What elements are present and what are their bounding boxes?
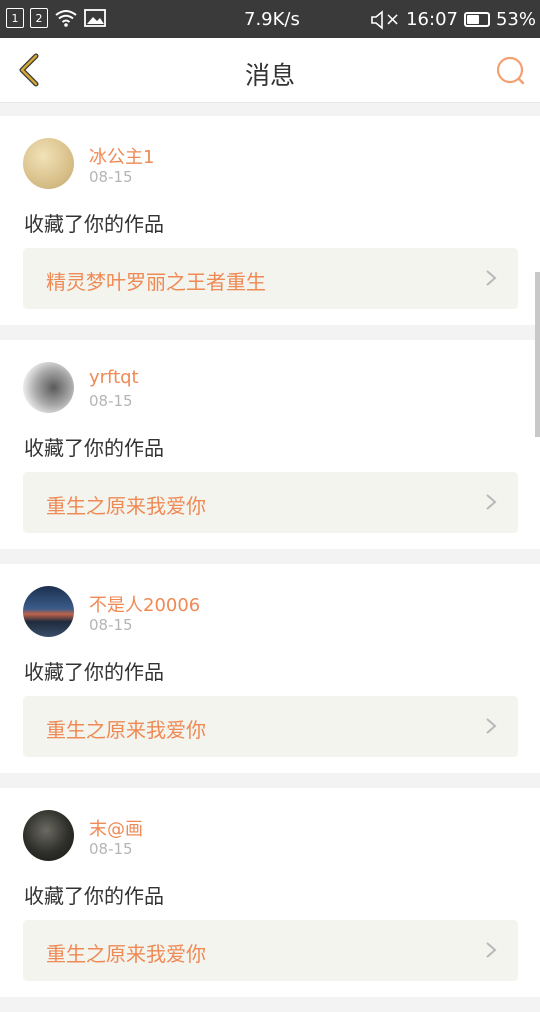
message-username[interactable]: yrftqt bbox=[89, 367, 139, 388]
message-action-text: 收藏了你的作品 bbox=[24, 660, 164, 684]
message-action-text: 收藏了你的作品 bbox=[24, 436, 164, 460]
battery-percent: 53% bbox=[495, 9, 536, 30]
status-bar: 1 2 7.9K/s × 16:07 53% bbox=[0, 0, 540, 38]
battery-icon bbox=[463, 12, 490, 27]
message-card: 末@画 08-15 收藏了你的作品 重生之原来我爱你 bbox=[0, 788, 540, 997]
work-link[interactable]: 重生之原来我爱你 bbox=[23, 920, 518, 981]
work-link[interactable]: 重生之原来我爱你 bbox=[23, 472, 518, 533]
battery-level bbox=[466, 15, 479, 24]
work-title: 重生之原来我爱你 bbox=[46, 942, 206, 966]
app-header: 消息 bbox=[0, 38, 540, 103]
avatar[interactable] bbox=[23, 586, 74, 637]
avatar[interactable] bbox=[23, 138, 74, 189]
message-list: 冰公主1 08-15 收藏了你的作品 精灵梦叶罗丽之王者重生 yrftqt 08… bbox=[0, 116, 540, 1012]
message-card: 不是人20006 08-15 收藏了你的作品 重生之原来我爱你 bbox=[0, 564, 540, 773]
clock: 16:07 bbox=[406, 9, 458, 30]
message-action-text: 收藏了你的作品 bbox=[24, 884, 164, 908]
message-username[interactable]: 末@画 bbox=[89, 815, 143, 841]
image-notification-icon bbox=[84, 9, 106, 27]
status-left-icons: 1 2 bbox=[6, 8, 106, 28]
message-action-text: 收藏了你的作品 bbox=[24, 212, 164, 236]
mute-x: × bbox=[385, 9, 401, 30]
message-date: 08-15 bbox=[89, 168, 133, 186]
work-title: 重生之原来我爱你 bbox=[46, 494, 206, 518]
search-icon[interactable] bbox=[492, 52, 530, 90]
message-card: yrftqt 08-15 收藏了你的作品 重生之原来我爱你 bbox=[0, 340, 540, 549]
message-date: 08-15 bbox=[89, 392, 133, 410]
message-card: 冰公主1 08-15 收藏了你的作品 精灵梦叶罗丽之王者重生 bbox=[0, 116, 540, 325]
work-title: 重生之原来我爱你 bbox=[46, 718, 206, 742]
message-date: 08-15 bbox=[89, 616, 133, 634]
network-speed: 7.9K/s bbox=[244, 9, 300, 30]
mute-speaker-icon bbox=[371, 9, 383, 30]
chevron-right-icon bbox=[486, 718, 497, 734]
page-title: 消息 bbox=[244, 61, 295, 90]
work-title: 精灵梦叶罗丽之王者重生 bbox=[46, 270, 266, 294]
chevron-right-icon bbox=[486, 270, 497, 286]
status-right: × 16:07 53% bbox=[371, 9, 536, 30]
work-link[interactable]: 精灵梦叶罗丽之王者重生 bbox=[23, 248, 518, 309]
chevron-right-icon bbox=[486, 494, 497, 510]
message-username[interactable]: 冰公主1 bbox=[89, 143, 154, 169]
chevron-right-icon bbox=[486, 942, 497, 958]
sim2-icon: 2 bbox=[30, 8, 48, 28]
message-date: 08-15 bbox=[89, 840, 133, 858]
work-link[interactable]: 重生之原来我爱你 bbox=[23, 696, 518, 757]
scrollbar[interactable] bbox=[535, 272, 540, 437]
avatar[interactable] bbox=[23, 362, 74, 413]
sim1-icon: 1 bbox=[6, 8, 24, 28]
wifi-icon bbox=[55, 10, 77, 27]
message-username[interactable]: 不是人20006 bbox=[89, 591, 200, 617]
avatar[interactable] bbox=[23, 810, 74, 861]
